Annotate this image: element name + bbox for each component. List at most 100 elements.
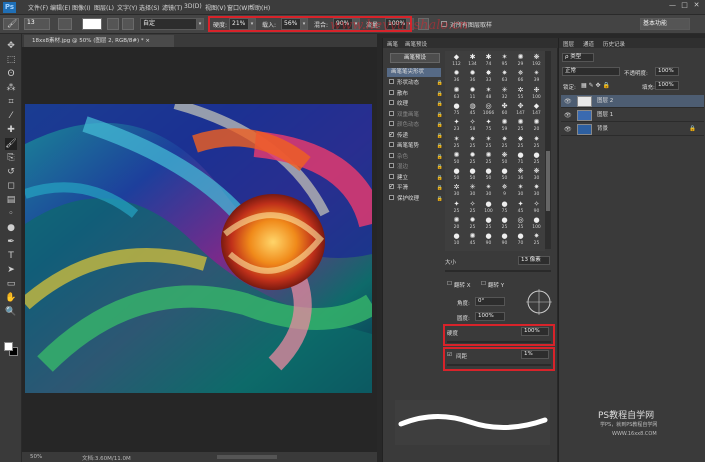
brush-tip[interactable]: ✤ 60 — [497, 102, 512, 118]
menu-item[interactable]: 文字(Y) — [117, 3, 137, 12]
lock-icon[interactable]: 🔒 — [437, 111, 443, 120]
option-checkbox[interactable] — [389, 163, 394, 168]
eye-icon[interactable]: 👁 — [564, 123, 572, 136]
brush-tip[interactable]: ◎ 25 — [513, 216, 528, 232]
menu-item[interactable]: 窗口(W) — [227, 3, 250, 12]
chevron-down-icon[interactable]: ▾ — [196, 18, 204, 30]
brush-tip[interactable]: ● 90 — [497, 232, 512, 248]
lock-icon[interactable]: 🔒 — [437, 174, 443, 183]
swirl-artwork-image[interactable] — [25, 104, 372, 393]
brush-tip[interactable]: ❋ 36 — [513, 167, 528, 183]
brush-tip[interactable]: ✶ 30 — [513, 183, 528, 199]
brush-option-item[interactable]: 散布 🔒 — [389, 89, 443, 99]
option-checkbox[interactable] — [389, 152, 394, 158]
brush-tip[interactable]: ✶ 25 — [481, 135, 496, 151]
option-checkbox[interactable] — [389, 173, 394, 179]
path-select-tool-icon[interactable]: ➤ — [5, 264, 17, 276]
layer-kind-filter[interactable]: ρ 类型 — [562, 53, 594, 62]
option-checkbox[interactable] — [389, 182, 394, 191]
lock-icon[interactable]: 🔒 — [437, 184, 443, 193]
brush-tip[interactable]: ✱ 74 — [481, 53, 496, 69]
brush-tip[interactable]: ● 25 — [497, 216, 512, 232]
menu-item[interactable]: 帮助(H) — [249, 3, 270, 12]
lock-icon[interactable]: 🔒 — [437, 195, 443, 204]
tab-layers[interactable]: 图层 — [563, 40, 574, 48]
zoom-tool-icon[interactable]: 🔍 — [5, 306, 17, 318]
lock-icon[interactable]: 🔒 — [437, 163, 443, 172]
menu-item[interactable]: 选择(S) — [139, 3, 160, 12]
brush-option-item[interactable]: 双重画笔 🔒 — [389, 110, 443, 120]
brush-tip[interactable]: ◆ 147 — [529, 102, 544, 118]
layer-row[interactable]: 👁 图层 2 — [561, 95, 704, 108]
lock-icon[interactable]: 🔒 — [437, 79, 443, 88]
brush-tip[interactable]: ✺ 29 — [513, 53, 528, 69]
brush-presets-button[interactable]: 画笔预设 — [390, 53, 440, 63]
menu-item[interactable]: 图层(L) — [94, 3, 114, 12]
eye-icon[interactable]: 👁 — [564, 95, 572, 108]
eye-icon[interactable]: 👁 — [564, 109, 572, 122]
brush-tip[interactable]: ✺ 20 — [529, 118, 544, 134]
layer-row[interactable]: 👁 图层 1 — [561, 109, 704, 122]
brush-tip[interactable]: ● 50 — [449, 167, 464, 183]
angle-field[interactable]: 0° — [475, 297, 505, 306]
brush-option-item[interactable]: 颜色动态 🔒 — [389, 121, 443, 130]
brush-tip[interactable]: ◆ 112 — [449, 53, 464, 69]
menu-item[interactable]: 编辑(E) — [50, 3, 70, 12]
stamp-tool-icon[interactable]: ⎘ — [5, 152, 17, 164]
brush-tip[interactable]: ● 50 — [481, 167, 496, 183]
brush-tip[interactable]: ❋ 30 — [529, 167, 544, 183]
brush-option-item[interactable]: 画笔笔势 🔒 — [389, 142, 443, 151]
brush-size-picker[interactable]: 13 — [24, 18, 50, 30]
brush-tip[interactable]: ● 75 — [497, 200, 512, 216]
brush-tip[interactable]: ✺ 50 — [449, 151, 464, 167]
brush-tip[interactable]: ✷ 63 — [497, 69, 512, 85]
brush-tip[interactable]: ✷ 25 — [529, 135, 544, 151]
menu-item[interactable]: 视图(V) — [205, 3, 226, 12]
brush-tip[interactable]: ✥ 147 — [513, 102, 528, 118]
brush-tip[interactable]: ✸ 33 — [481, 69, 496, 85]
brush-tip[interactable]: ✴ 39 — [529, 69, 544, 85]
dodge-tool-icon[interactable]: ● — [5, 222, 17, 234]
brush-tip[interactable]: ✦ 25 — [449, 200, 464, 216]
brush-tip[interactable]: ✧ 25 — [465, 200, 480, 216]
lock-icon[interactable]: 🔒 — [437, 100, 443, 109]
lock-icon[interactable]: 🔒 — [437, 121, 443, 130]
document-tab[interactable]: 18xx8素材.jpg @ 50% (图层 2, RGB/8#) * × — [24, 35, 174, 47]
crop-tool-icon[interactable]: ⌗ — [5, 96, 17, 108]
menu-item[interactable]: 文件(F) — [28, 3, 48, 12]
brush-tip[interactable]: ✺ 63 — [449, 86, 464, 102]
option-checkbox[interactable] — [389, 142, 394, 147]
brush-tip[interactable]: ✷ 25 — [465, 135, 480, 151]
brush-tip[interactable]: ✷ 25 — [529, 232, 544, 248]
load-brush-icon[interactable] — [107, 18, 119, 30]
option-checkbox[interactable] — [389, 100, 394, 105]
type-tool-icon[interactable]: T — [5, 250, 17, 262]
brush-tip[interactable]: ✺ 25 — [513, 118, 528, 134]
brush-tip[interactable]: ● 100 — [481, 200, 496, 216]
brush-option-item[interactable]: 平滑 🔒 — [389, 182, 443, 193]
tab-brush-presets[interactable]: 画笔预设 — [405, 40, 427, 48]
gradient-tool-icon[interactable]: ▤ — [5, 194, 17, 206]
brush-tip[interactable]: ✺ 59 — [497, 118, 512, 134]
brush-tip[interactable]: ● 90 — [481, 232, 496, 248]
hand-tool-icon[interactable]: ✋ — [5, 292, 17, 304]
option-checkbox[interactable] — [389, 110, 394, 116]
zoom-level[interactable]: 50% — [30, 454, 42, 460]
history-brush-tool-icon[interactable]: ↺ — [5, 166, 17, 178]
brush-tip[interactable]: ✸ 25 — [513, 135, 528, 151]
minimize-button[interactable]: — — [668, 1, 677, 10]
brush-tip[interactable]: ✲ 30 — [449, 183, 464, 199]
brush-tip[interactable]: ✺ 20 — [449, 216, 464, 232]
option-checkbox[interactable] — [389, 79, 394, 84]
flip-y-checkbox[interactable]: ☐ — [481, 281, 486, 287]
brush-tip[interactable]: ◍ 45 — [465, 102, 480, 118]
eyedropper-tool-icon[interactable]: ⁄ — [5, 110, 17, 122]
brush-tool-icon[interactable]: 🖌 — [5, 138, 17, 150]
lock-icon[interactable]: 🔒 — [437, 153, 443, 162]
lock-icon[interactable]: 🔒 — [437, 142, 443, 151]
lock-icon[interactable]: 🔒 — [689, 123, 696, 136]
brush-option-item[interactable]: 形状动态 🔒 — [389, 79, 443, 88]
brush-tip[interactable]: ● 75 — [449, 102, 464, 118]
eraser-tool-icon[interactable]: ◻ — [5, 180, 17, 192]
brush-tip[interactable]: ● 100 — [529, 216, 544, 232]
